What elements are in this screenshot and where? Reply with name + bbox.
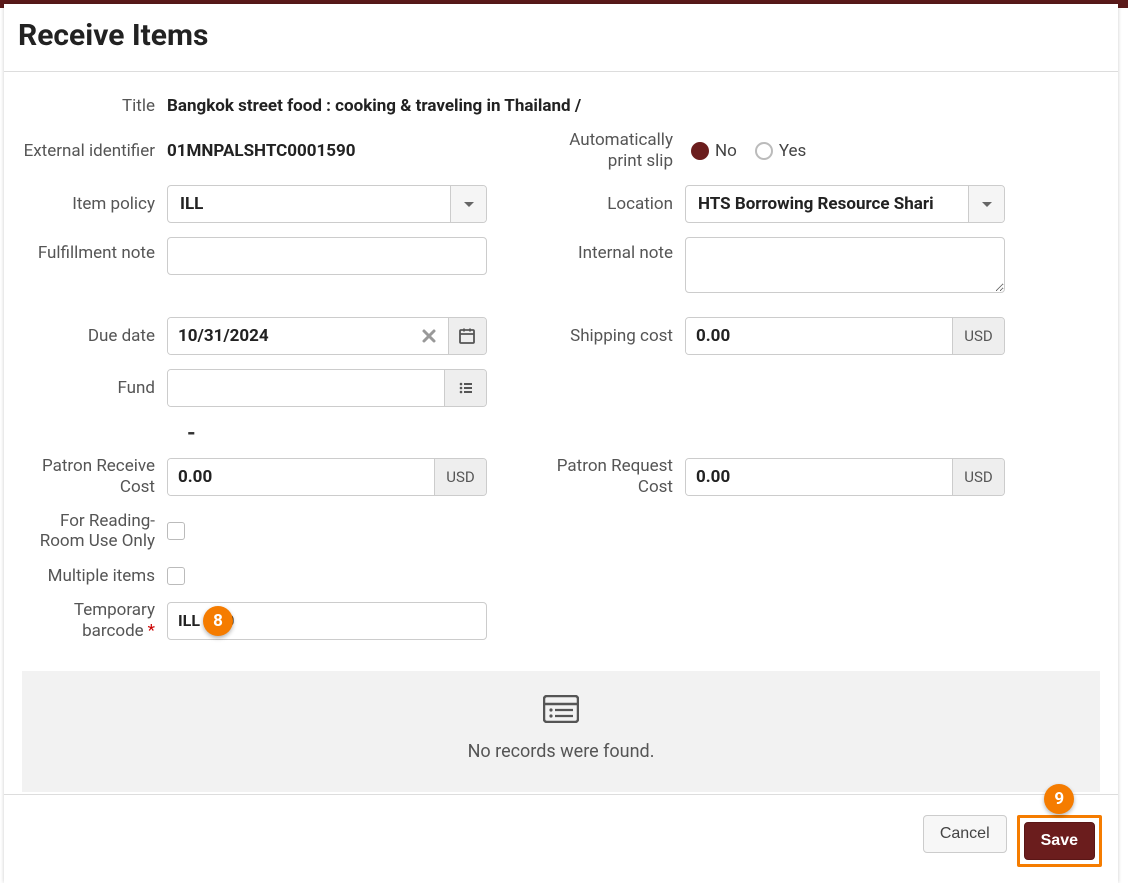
internal-note-textarea[interactable]: [685, 237, 1005, 293]
item-policy-chevron[interactable]: [450, 186, 486, 222]
patron-receive-currency: USD: [434, 459, 486, 495]
marker-8: 8: [203, 606, 233, 636]
label-reading-room: For Reading-Room Use Only: [22, 511, 167, 552]
label-fund: Fund: [22, 378, 167, 398]
label-title: Title: [22, 96, 167, 116]
shipping-cost-input[interactable]: [686, 318, 952, 354]
label-shipping-cost: Shipping cost: [550, 326, 685, 346]
fund-input-group: [167, 369, 487, 407]
fund-list-button[interactable]: [444, 370, 486, 406]
fund-input[interactable]: [168, 370, 444, 406]
label-fulfillment-note: Fulfillment note: [22, 237, 167, 263]
radio-no[interactable]: No: [691, 141, 737, 161]
due-date-input-group: [167, 317, 487, 355]
multiple-items-checkbox[interactable]: [167, 567, 185, 585]
patron-request-cost-input[interactable]: [686, 459, 952, 495]
location-chevron[interactable]: [968, 186, 1004, 222]
calendar-icon: [458, 327, 476, 345]
label-auto-print-slip: Automatically print slip: [550, 130, 685, 171]
label-external-id: External identifier: [22, 141, 167, 161]
label-patron-request-cost: Patron Request Cost: [550, 456, 685, 497]
marker-9: 9: [1044, 784, 1074, 814]
save-highlight: 9 Save: [1017, 815, 1102, 867]
label-due-date: Due date: [22, 326, 167, 346]
patron-request-currency: USD: [952, 459, 1004, 495]
page-title: Receive Items: [18, 18, 1104, 53]
label-patron-receive-cost: Patron Receive Cost: [22, 456, 167, 497]
label-multiple-items: Multiple items: [22, 566, 167, 586]
save-button[interactable]: Save: [1024, 822, 1095, 860]
location-select[interactable]: HTS Borrowing Resource Shari: [685, 185, 1005, 223]
location-value: HTS Borrowing Resource Shari: [686, 186, 968, 222]
auto-print-slip-radio-group[interactable]: No Yes: [685, 141, 806, 161]
chevron-down-icon: [464, 202, 474, 207]
fulfillment-note-input[interactable]: [167, 237, 487, 275]
patron-receive-cost-input[interactable]: [168, 459, 434, 495]
empty-results-message: No records were found.: [22, 741, 1100, 762]
patron-receive-cost-group: USD: [167, 458, 487, 496]
list-icon: [458, 380, 474, 396]
radio-yes-label: Yes: [779, 141, 806, 161]
dash-separator: -: [187, 421, 1078, 446]
label-internal-note: Internal note: [550, 237, 685, 263]
clear-date-button[interactable]: [410, 318, 448, 354]
label-temporary-barcode: Temporary barcode*: [22, 600, 167, 641]
value-title: Bangkok street food : cooking & travelin…: [167, 96, 581, 116]
patron-request-cost-group: USD: [685, 458, 1005, 496]
close-icon: [421, 328, 437, 344]
item-policy-value: ILL: [168, 186, 450, 222]
item-policy-select[interactable]: ILL: [167, 185, 487, 223]
reading-room-checkbox[interactable]: [167, 522, 185, 540]
label-location: Location: [550, 194, 685, 214]
label-item-policy: Item policy: [22, 194, 167, 214]
shipping-cost-group: USD: [685, 317, 1005, 355]
due-date-input[interactable]: [168, 318, 410, 354]
cancel-button[interactable]: Cancel: [923, 815, 1007, 853]
radio-yes[interactable]: Yes: [755, 141, 806, 161]
radio-no-label: No: [715, 141, 737, 161]
empty-results-panel: No records were found.: [22, 671, 1100, 792]
value-external-id: 01MNPALSHTC0001590: [167, 141, 356, 161]
shipping-cost-currency: USD: [952, 318, 1004, 354]
chevron-down-icon: [982, 202, 992, 207]
empty-list-icon: [22, 695, 1100, 731]
calendar-button[interactable]: [448, 318, 486, 354]
